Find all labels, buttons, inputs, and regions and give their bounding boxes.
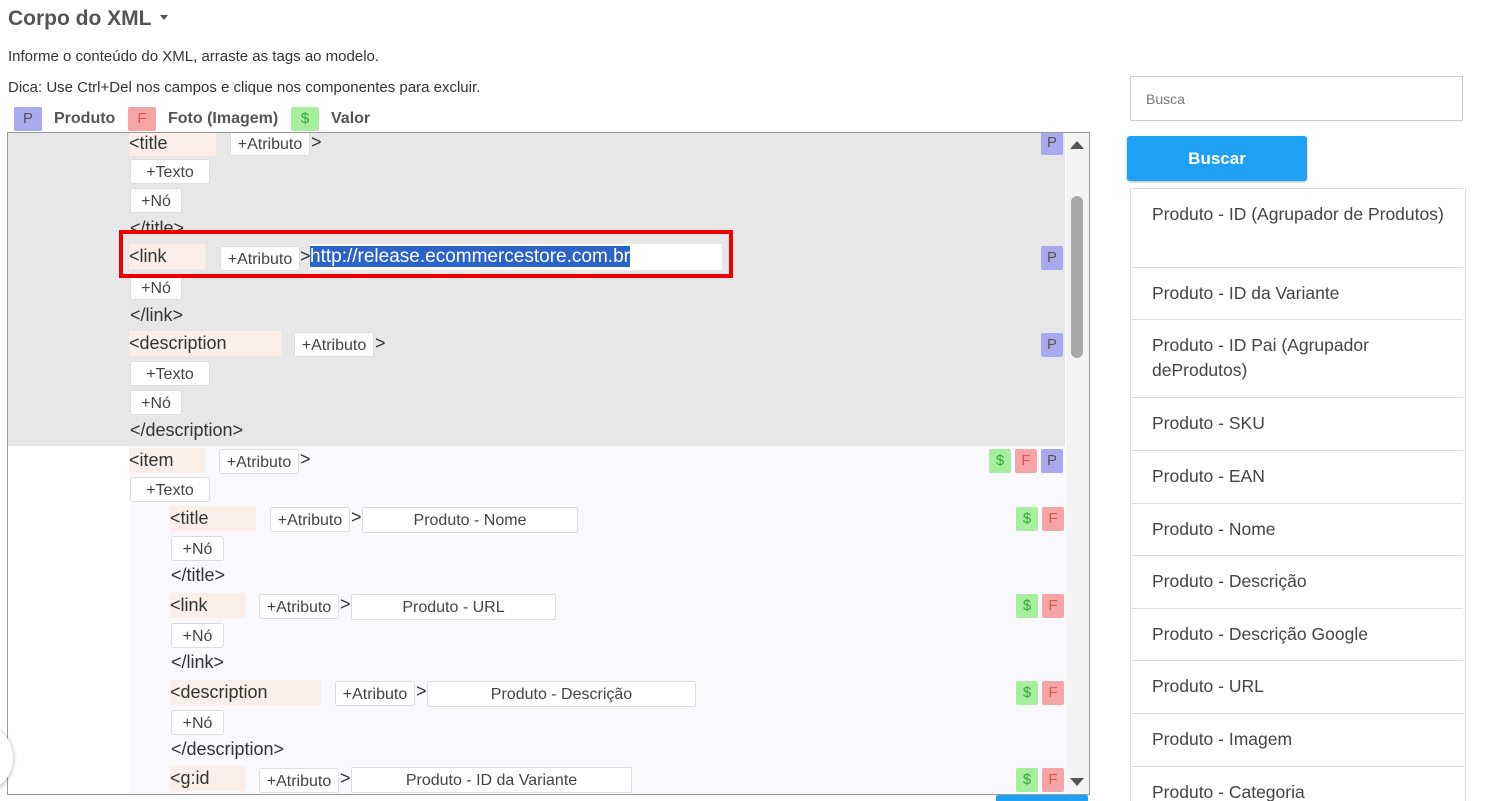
add-node-button[interactable]: +Nó xyxy=(171,710,224,735)
add-attribute-button[interactable]: +Atributo xyxy=(294,332,374,357)
produto-badge[interactable]: P xyxy=(1041,333,1063,357)
add-node-button[interactable]: +Nó xyxy=(130,390,182,415)
list-item[interactable]: Produto - ID Pai (Agrupador deProdutos) xyxy=(1131,320,1463,398)
add-text-button[interactable]: +Texto xyxy=(130,361,210,386)
valor-badge[interactable]: $ xyxy=(1016,681,1038,705)
product-field-list: Produto - ID (Agrupador de Produtos) Pro… xyxy=(1130,188,1466,801)
foto-badge[interactable]: F xyxy=(1015,449,1037,473)
page-title[interactable]: Corpo do XML xyxy=(8,7,169,31)
item-gid-value-field[interactable]: Produto - ID da Variante xyxy=(351,767,632,793)
produto-badge[interactable]: P xyxy=(1041,133,1063,155)
add-attribute-button[interactable]: +Atributo xyxy=(219,449,299,474)
list-item[interactable]: Produto - Imagem xyxy=(1131,714,1463,767)
add-text-button[interactable]: +Texto xyxy=(130,477,210,502)
xml-tag-item[interactable]: <item xyxy=(129,448,205,473)
tag-close-bracket: > xyxy=(340,594,351,614)
foto-badge[interactable]: F xyxy=(1042,507,1064,531)
produto-badge[interactable]: P xyxy=(1041,246,1063,270)
add-node-button[interactable]: +Nó xyxy=(171,623,224,648)
tag-close-bracket: > xyxy=(351,507,362,527)
list-item[interactable]: Produto - SKU xyxy=(1131,398,1463,451)
foto-badge[interactable]: F xyxy=(1042,594,1064,618)
list-item[interactable]: Produto - EAN xyxy=(1131,451,1463,504)
list-item[interactable]: Produto - Descrição Google xyxy=(1131,609,1463,661)
xml-tag-item-link-close: </link> xyxy=(171,652,225,672)
add-text-button[interactable]: +Texto xyxy=(130,159,210,184)
page-title-text: Corpo do XML xyxy=(8,7,152,30)
item-title-value-field[interactable]: Produto - Nome xyxy=(362,507,578,533)
add-attribute-button[interactable]: +Atributo xyxy=(230,133,310,156)
xml-tag-item-link[interactable]: <link xyxy=(170,593,245,618)
foto-badge[interactable]: F xyxy=(1042,768,1064,792)
list-item[interactable]: Produto - Nome xyxy=(1131,504,1463,556)
tag-close-bracket: > xyxy=(340,768,351,788)
legend-foto-badge: F xyxy=(128,107,156,131)
add-node-button[interactable]: +Nó xyxy=(171,536,224,561)
legend-foto-label: Foto (Imagem) xyxy=(168,110,279,127)
xml-tag-description[interactable]: <description xyxy=(129,331,281,356)
valor-badge[interactable]: $ xyxy=(1016,594,1038,618)
xml-tag-item-description-close: </description> xyxy=(171,739,285,759)
foto-badge[interactable]: F xyxy=(1042,681,1064,705)
search-input[interactable] xyxy=(1130,76,1463,121)
partial-blue-button[interactable] xyxy=(996,795,1088,801)
legend-valor-badge: $ xyxy=(291,107,319,131)
item-description-value-field[interactable]: Produto - Descrição xyxy=(427,681,696,707)
xml-tag-description-close: </description> xyxy=(130,420,244,440)
tag-close-bracket: > xyxy=(416,681,427,701)
add-node-button[interactable]: +Nó xyxy=(130,188,182,213)
list-item[interactable]: Produto - ID (Agrupador de Produtos) xyxy=(1131,188,1463,268)
valor-badge[interactable]: $ xyxy=(1016,768,1038,792)
highlight-box xyxy=(119,230,733,278)
valor-badge[interactable]: $ xyxy=(1016,507,1038,531)
page-subtitle: Informe o conteúdo do XML, arraste as ta… xyxy=(8,48,380,65)
item-link-value-field[interactable]: Produto - URL xyxy=(351,594,556,620)
add-attribute-button[interactable]: +Atributo xyxy=(335,681,415,706)
list-item[interactable]: Produto - Categoria xyxy=(1131,767,1463,801)
add-attribute-button[interactable]: +Atributo xyxy=(259,594,339,619)
tip-text: Dica: Use Ctrl+Del nos campos e clique n… xyxy=(8,79,481,96)
produto-badge[interactable]: P xyxy=(1041,449,1063,473)
list-item[interactable]: Produto - URL xyxy=(1131,661,1463,714)
list-item[interactable]: Produto - ID da Variante xyxy=(1131,268,1463,320)
xml-tag-item-title-close: </title> xyxy=(171,565,226,585)
scroll-down-arrow-icon[interactable] xyxy=(1070,778,1084,786)
xml-tag-item-description[interactable]: <description xyxy=(170,680,321,705)
xml-tag-link-close: </link> xyxy=(130,305,184,325)
list-item[interactable]: Produto - Descrição xyxy=(1131,556,1463,609)
legend-produto-label: Produto xyxy=(54,110,116,127)
add-node-button[interactable]: +Nó xyxy=(130,275,182,300)
scroll-up-arrow-icon[interactable] xyxy=(1070,141,1084,149)
tag-close-bracket: > xyxy=(300,449,311,469)
add-attribute-button[interactable]: +Atributo xyxy=(259,768,339,793)
caret-down-icon[interactable] xyxy=(160,14,169,20)
valor-badge[interactable]: $ xyxy=(989,449,1011,473)
scrollbar-thumb[interactable] xyxy=(1071,196,1083,358)
xml-tag-title[interactable]: <title xyxy=(129,133,216,156)
xml-tag-item-title[interactable]: <title xyxy=(170,506,256,531)
legend-produto-badge: P xyxy=(14,107,42,131)
legend-valor-label: Valor xyxy=(331,110,371,127)
tag-close-bracket: > xyxy=(311,132,322,152)
tag-close-bracket: > xyxy=(375,333,386,353)
xml-tag-item-gid[interactable]: <g:id xyxy=(170,766,245,791)
search-button[interactable]: Buscar xyxy=(1127,136,1307,181)
add-attribute-button[interactable]: +Atributo xyxy=(270,507,350,532)
